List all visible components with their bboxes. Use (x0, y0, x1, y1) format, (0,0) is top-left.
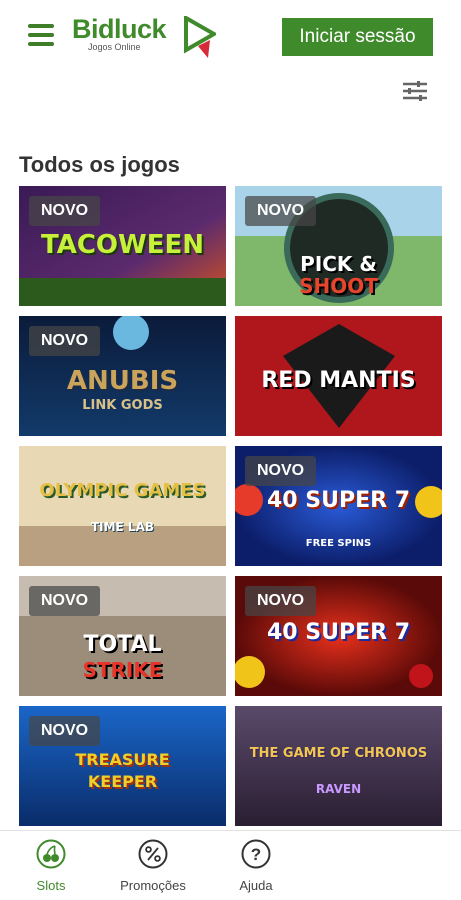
game-tile-olympic-games[interactable]: OLYMPIC GAMES TIME LAB (19, 446, 226, 566)
game-thumbnail (19, 446, 226, 566)
logo-play-icon (184, 16, 216, 58)
game-tile-red-mantis[interactable]: RED MANTIS (235, 316, 442, 436)
section-title: Todos os jogos (19, 152, 180, 177)
brand-logo[interactable]: Bidluck Jogos Online (72, 14, 222, 62)
nav-slots[interactable]: Slots (24, 839, 78, 893)
game-title: KEEPER (87, 772, 158, 791)
new-badge: NOVO (245, 456, 317, 486)
game-title: OLYMPIC GAMES (39, 480, 206, 501)
game-tile-40-super-7-free-spins[interactable]: 40 SUPER 7 FREE SPINS NOVO (235, 446, 442, 566)
game-title: THE GAME OF CHRONOS (249, 746, 428, 761)
game-title: RED MANTIS (261, 368, 416, 393)
game-title: SHOOT (299, 274, 378, 298)
nav-label: Slots (36, 878, 66, 893)
new-badge: NOVO (29, 326, 101, 356)
game-tile-40-super-7[interactable]: 40 SUPER 7 NOVO (235, 576, 442, 696)
menu-icon[interactable] (28, 24, 56, 46)
top-header: Bidluck Jogos Online Iniciar sessão (0, 0, 461, 72)
game-tile-total-strike[interactable]: TOTAL STRIKE NOVO (19, 576, 226, 696)
game-tile-pick-shoot[interactable]: PICK & SHOOT NOVO (235, 186, 442, 306)
game-title: PICK & (300, 252, 377, 276)
cherries-icon (36, 839, 66, 869)
question-icon: ? (241, 839, 271, 869)
game-title: RAVEN (315, 782, 362, 796)
nav-promotions[interactable]: Promoções (116, 839, 190, 893)
game-thumbnail (235, 706, 442, 826)
logo-text: Bidluck (72, 14, 167, 44)
game-tile-game-of-chronos[interactable]: THE GAME OF CHRONOS RAVEN (235, 706, 442, 826)
game-tile-treasure-keeper[interactable]: TREASURE KEEPER NOVO (19, 706, 226, 826)
game-title: TREASURE (75, 750, 170, 769)
svg-text:?: ? (251, 845, 261, 864)
game-title: STRIKE (82, 658, 163, 682)
nav-label: Promoções (120, 878, 186, 893)
new-badge: NOVO (29, 586, 101, 616)
game-title: FREE SPINS (305, 538, 372, 549)
new-badge: NOVO (29, 716, 101, 746)
game-tile-tacoween[interactable]: TACOWEEN NOVO (19, 186, 226, 306)
game-title: 40 SUPER 7 (266, 620, 411, 645)
logo-subtitle: Jogos Online (88, 42, 141, 52)
game-title: TOTAL (83, 632, 162, 657)
game-tile-anubis[interactable]: ANUBIS LINK GODS NOVO (19, 316, 226, 436)
new-badge: NOVO (29, 196, 101, 226)
nav-help[interactable]: ? Ajuda (232, 839, 280, 893)
game-title: TACOWEEN (41, 230, 204, 260)
game-title: LINK GODS (82, 398, 163, 413)
percent-icon (138, 839, 168, 869)
nav-label: Ajuda (239, 878, 273, 893)
game-title: 40 SUPER 7 (266, 488, 411, 513)
filter-sliders-icon[interactable] (402, 80, 428, 102)
bottom-navigation: Slots Promoções ? Ajuda (0, 830, 461, 900)
game-title: ANUBIS (66, 366, 179, 396)
new-badge: NOVO (245, 196, 317, 226)
game-title: TIME LAB (90, 520, 155, 534)
login-button[interactable]: Iniciar sessão (282, 18, 433, 56)
new-badge: NOVO (245, 586, 317, 616)
